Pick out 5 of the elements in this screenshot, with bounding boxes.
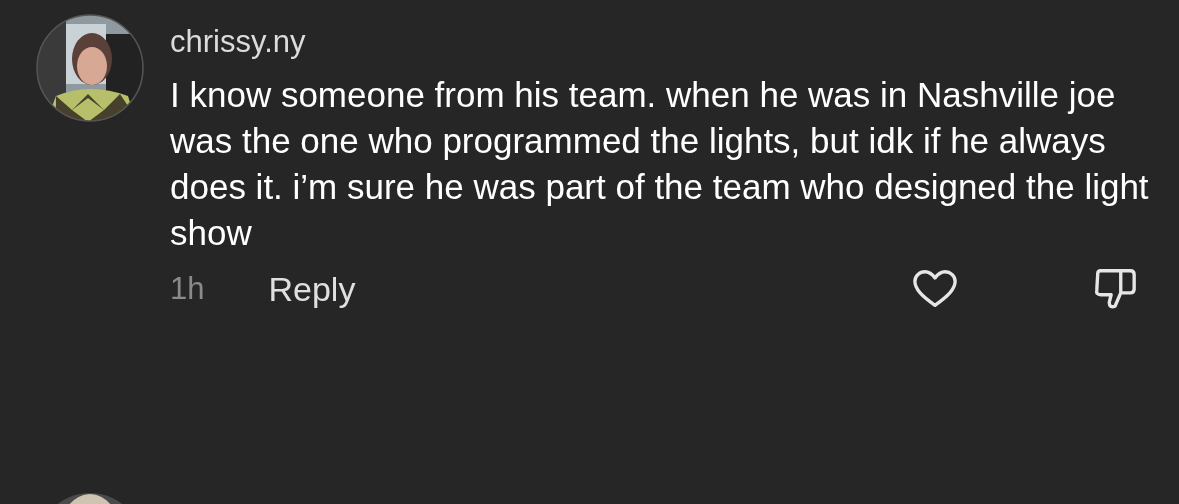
heart-icon[interactable]: [912, 268, 958, 310]
comment-text: I know someone from his team. when he was in Nashville joe was the one who programmed the lights, but idk if he always does it. i’m sure he was part of the team who designed the light show: [170, 74, 1150, 254]
reply-button[interactable]: Reply: [268, 269, 356, 309]
username[interactable]: chrissy.ny: [170, 24, 306, 60]
timestamp: 1h: [170, 271, 205, 307]
